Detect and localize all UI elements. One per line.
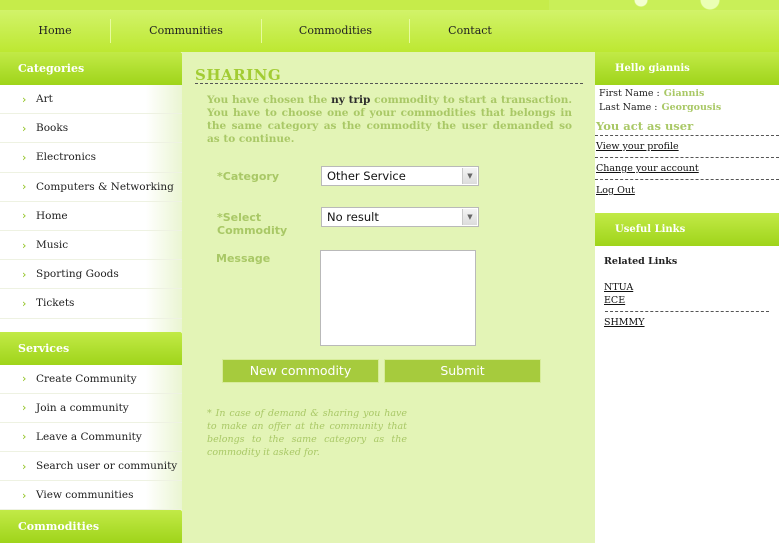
shmmy-link[interactable]: SHMMY — [595, 316, 779, 329]
intro-prefix: You have chosen the — [207, 94, 332, 106]
right-sidebar: Hello giannis First Name : Giannis Last N… — [595, 52, 779, 543]
view-profile-link[interactable]: View your profile — [595, 135, 779, 157]
commodity-select[interactable]: No result ▼ — [321, 207, 479, 227]
left-sidebar: Categories › Art › Books › Electronics › Com… — [0, 52, 182, 543]
chevron-down-icon: ▼ — [462, 209, 477, 225]
chevron-right-icon: › — [22, 372, 27, 386]
category-label: Computers & Networking — [36, 180, 174, 193]
service-label: Search user or community — [36, 460, 178, 473]
related-links-title: Related Links — [604, 256, 678, 267]
categories-header: Categories — [0, 52, 182, 85]
category-label: Home — [36, 209, 68, 222]
chevron-right-icon: › — [22, 209, 27, 223]
chevron-right-icon: › — [22, 401, 27, 415]
first-name-value: Giannis — [663, 88, 705, 99]
last-name-label: Last Name : — [599, 102, 658, 113]
logout-link[interactable]: Log Out — [595, 179, 779, 201]
first-name-label: First Name : — [599, 88, 660, 99]
services-header: Services — [0, 331, 182, 365]
main-nav: Home Communities Commodities Contact — [0, 10, 779, 52]
category-label: Books — [36, 122, 69, 135]
intro-commodity: ny trip — [331, 94, 371, 106]
chevron-right-icon: › — [22, 488, 27, 502]
chevron-right-icon: › — [22, 459, 27, 473]
category-label: Music — [36, 239, 69, 252]
service-create-community[interactable]: › Create Community — [0, 364, 182, 394]
message-label: Message — [216, 252, 271, 265]
category-books[interactable]: › Books — [0, 114, 182, 144]
category-label: Art — [36, 93, 53, 106]
nav-home[interactable]: Home — [0, 10, 110, 52]
first-name-row: First Name : Giannis — [595, 87, 779, 101]
chevron-right-icon: › — [22, 430, 27, 444]
change-account-link[interactable]: Change your account — [595, 157, 779, 179]
commodity-select-value: No result — [327, 210, 379, 224]
links-divider — [605, 311, 769, 312]
chevron-right-icon: › — [22, 121, 27, 135]
chevron-right-icon: › — [22, 296, 27, 310]
chevron-right-icon: › — [22, 92, 27, 106]
footnote: * In case of demand & sharing you have t… — [207, 408, 407, 458]
chevron-right-icon: › — [22, 180, 27, 194]
category-sporting-goods[interactable]: › Sporting Goods — [0, 260, 182, 290]
sidebar-gap — [0, 318, 182, 332]
category-music[interactable]: › Music — [0, 230, 182, 261]
ntua-link[interactable]: NTUA — [595, 281, 779, 294]
service-leave-community[interactable]: › Leave a Community — [0, 422, 182, 453]
nav-contact[interactable]: Contact — [410, 10, 530, 52]
header-decoration — [549, 0, 779, 10]
chevron-right-icon: › — [22, 150, 27, 164]
intro-text: You have chosen the ny trip commodity to… — [207, 94, 572, 146]
category-field-label: *Category — [217, 170, 279, 183]
category-label: Sporting Goods — [36, 268, 119, 281]
user-greeting: Hello giannis — [595, 52, 779, 85]
title-divider — [195, 83, 583, 84]
nav-commodities[interactable]: Commodities — [262, 10, 409, 52]
role-text: You act as user — [596, 119, 694, 133]
ece-link[interactable]: ECE — [595, 294, 779, 307]
category-electronics[interactable]: › Electronics — [0, 143, 182, 173]
page-title: SHARING — [195, 66, 282, 84]
commodities-header: Commodities — [0, 510, 182, 543]
chevron-down-icon: ▼ — [462, 168, 477, 184]
service-view-communities[interactable]: › View communities — [0, 481, 182, 511]
service-search[interactable]: › Search user or community — [0, 452, 182, 482]
category-label: Electronics — [36, 151, 97, 164]
submit-button[interactable]: Submit — [384, 359, 541, 383]
category-home[interactable]: › Home — [0, 201, 182, 231]
select-commodity-label: *Select Commodity — [217, 211, 288, 237]
new-commodity-button[interactable]: New commodity — [222, 359, 379, 383]
category-label: Tickets — [36, 297, 75, 310]
category-select-value: Other Service — [327, 169, 406, 183]
service-label: Leave a Community — [36, 430, 142, 443]
service-label: Join a community — [36, 401, 129, 414]
chevron-right-icon: › — [22, 238, 27, 252]
service-label: View communities — [36, 489, 134, 502]
category-tickets[interactable]: › Tickets — [0, 289, 182, 319]
useful-links-header: Useful Links — [595, 213, 779, 246]
category-computers-networking[interactable]: › Computers & Networking — [0, 172, 182, 202]
chevron-right-icon: › — [22, 267, 27, 281]
service-join-community[interactable]: › Join a community — [0, 393, 182, 423]
last-name-row: Last Name : Georgousis — [595, 101, 779, 115]
nav-communities[interactable]: Communities — [111, 10, 261, 52]
category-art[interactable]: › Art — [0, 85, 182, 115]
category-select[interactable]: Other Service ▼ — [321, 166, 479, 186]
message-textarea[interactable] — [320, 250, 476, 346]
service-label: Create Community — [36, 372, 137, 385]
main-panel: SHARING You have chosen the ny trip comm… — [182, 52, 595, 543]
last-name-value: Georgousis — [661, 102, 722, 113]
